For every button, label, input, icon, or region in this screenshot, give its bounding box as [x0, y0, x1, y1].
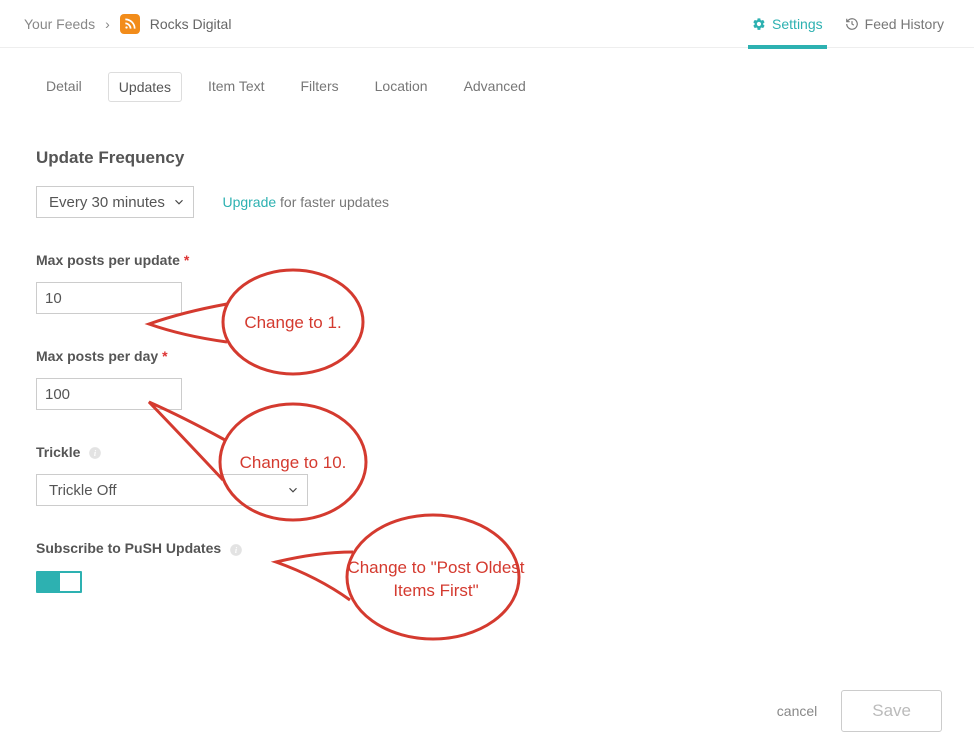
cancel-button[interactable]: cancel — [777, 703, 817, 719]
max-per-day-input[interactable] — [36, 378, 182, 410]
info-icon: i — [229, 543, 243, 557]
feed-history-link[interactable]: Feed History — [845, 16, 944, 32]
breadcrumb-root[interactable]: Your Feeds — [24, 16, 95, 32]
required-asterisk: * — [162, 348, 167, 364]
page-header: Your Feeds › Rocks Digital Settings Feed… — [0, 0, 974, 48]
upgrade-link[interactable]: Upgrade — [222, 194, 276, 210]
footer: cancel Save — [777, 690, 942, 732]
settings-link[interactable]: Settings — [752, 16, 823, 32]
breadcrumb-current: Rocks Digital — [150, 16, 232, 32]
annotation-1: Change to 1. — [143, 252, 373, 392]
save-button[interactable]: Save — [841, 690, 942, 732]
trickle-select[interactable]: Trickle Off — [37, 475, 309, 505]
trickle-select-wrap: Trickle Off — [36, 474, 308, 506]
trickle-label: Trickle i — [36, 444, 938, 460]
tab-advanced[interactable]: Advanced — [454, 72, 536, 102]
update-frequency-title: Update Frequency — [36, 148, 938, 168]
push-label: Subscribe to PuSH Updates i — [36, 540, 938, 556]
tab-filters[interactable]: Filters — [291, 72, 349, 102]
history-icon — [845, 17, 859, 31]
tab-detail[interactable]: Detail — [36, 72, 92, 102]
breadcrumb-separator: › — [105, 16, 110, 32]
toggle-knob — [38, 573, 60, 591]
tab-updates[interactable]: Updates — [108, 72, 182, 102]
settings-label: Settings — [772, 16, 823, 32]
update-frequency-select[interactable]: Every 30 minutes — [37, 187, 195, 217]
max-per-day-label: Max posts per day* — [36, 348, 938, 364]
gear-icon — [752, 17, 766, 31]
update-frequency-select-wrap: Every 30 minutes — [36, 186, 194, 218]
info-icon: i — [88, 446, 102, 460]
required-asterisk: * — [184, 252, 189, 268]
push-toggle[interactable] — [36, 571, 82, 593]
tabs: Detail Updates Item Text Filters Locatio… — [0, 48, 974, 112]
upgrade-note: Upgrade for faster updates — [222, 194, 389, 210]
tab-location[interactable]: Location — [365, 72, 438, 102]
feed-history-label: Feed History — [865, 16, 944, 32]
tab-item-text[interactable]: Item Text — [198, 72, 275, 102]
annotation-3: Change to "Post Oldest Items First" — [268, 502, 528, 662]
upgrade-text: for faster updates — [276, 194, 389, 210]
rss-icon — [120, 14, 140, 34]
breadcrumb: Your Feeds › Rocks Digital — [24, 14, 231, 34]
max-per-update-label: Max posts per update* — [36, 252, 938, 268]
header-actions: Settings Feed History — [752, 16, 944, 32]
max-per-update-input[interactable] — [36, 282, 182, 314]
form-content: Update Frequency Every 30 minutes Upgrad… — [0, 112, 974, 593]
